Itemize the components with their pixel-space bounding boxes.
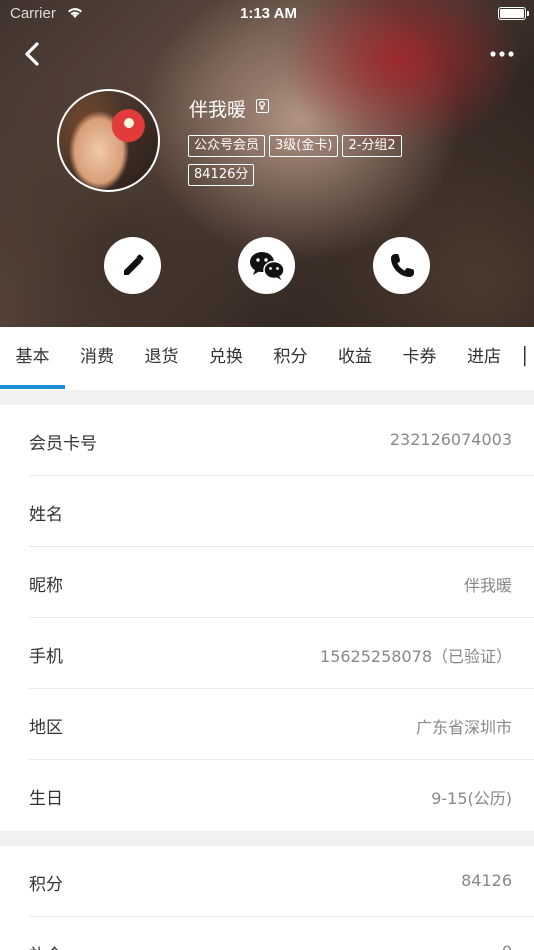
points-info-section: 积分 84126 礼金 0 xyxy=(0,846,534,950)
info-label: 昵称 xyxy=(29,576,63,596)
tab-returns[interactable]: 退货 xyxy=(129,327,194,390)
wifi-icon xyxy=(66,5,84,23)
info-row-phone[interactable]: 手机 15625258078（已验证） xyxy=(29,618,534,689)
info-value: 84126 xyxy=(461,871,512,890)
info-value: 9-15(公历) xyxy=(431,789,512,808)
info-label: 生日 xyxy=(29,789,63,809)
action-row xyxy=(0,237,534,295)
info-label: 手机 xyxy=(29,647,63,667)
chevron-left-icon xyxy=(25,42,39,66)
status-time: 1:13 AM xyxy=(240,5,297,22)
tab-consumption[interactable]: 消费 xyxy=(65,327,129,390)
info-value: 广东省深圳市 xyxy=(415,718,512,737)
pencil-icon xyxy=(123,254,143,275)
info-label: 积分 xyxy=(29,875,63,895)
info-value: 0 xyxy=(502,942,512,950)
back-button[interactable] xyxy=(18,38,48,70)
tab-exchange[interactable]: 兑换 xyxy=(194,327,258,390)
tag-level: 3级(金卡) xyxy=(269,135,339,157)
carrier-label: Carrier xyxy=(10,5,56,22)
wechat-icon xyxy=(249,251,285,280)
info-label: 地区 xyxy=(29,718,63,738)
info-label: 会员卡号 xyxy=(29,434,97,454)
info-value: 15625258078（已验证） xyxy=(320,647,512,666)
more-button[interactable] xyxy=(488,42,516,66)
tab-earnings[interactable]: 收益 xyxy=(323,327,387,390)
tag-group: 2-分组2 xyxy=(342,135,402,157)
battery-icon xyxy=(498,7,529,20)
profile-header: Carrier 1:13 AM 伴我暖 公众号会员 3级(金卡) 2-分组2 8412… xyxy=(0,0,534,327)
wechat-button[interactable] xyxy=(238,237,295,294)
info-row-birthday[interactable]: 生日 9-15(公历) xyxy=(29,760,534,831)
tab-overflow-hint[interactable]: ▏ xyxy=(524,327,534,390)
info-label: 姓名 xyxy=(29,505,63,525)
info-row-card-number[interactable]: 会员卡号 232126074003 xyxy=(29,405,534,476)
info-row-region[interactable]: 地区 广东省深圳市 xyxy=(29,689,534,760)
tag-points: 84126分 xyxy=(188,164,255,186)
tab-bar: 基本 消费 退货 兑换 积分 收益 卡券 进店 ▏ xyxy=(0,327,534,390)
info-row-cash-gift[interactable]: 礼金 0 xyxy=(29,917,534,950)
phone-icon xyxy=(390,253,414,277)
basic-info-section: 会员卡号 232126074003 姓名 昵称 伴我暖 手机 156252580… xyxy=(0,405,534,831)
tab-points[interactable]: 积分 xyxy=(258,327,323,390)
tag-member-type: 公众号会员 xyxy=(188,135,266,157)
avatar[interactable] xyxy=(57,89,160,192)
info-label: 礼金 xyxy=(29,941,63,950)
info-value: 232126074003 xyxy=(389,430,512,449)
tab-indicator xyxy=(0,385,65,389)
info-row-name[interactable]: 姓名 xyxy=(29,476,534,547)
info-value: 伴我暖 xyxy=(463,576,512,595)
tab-basic[interactable]: 基本 xyxy=(0,327,65,390)
edit-button[interactable] xyxy=(104,237,161,294)
status-bar: Carrier 1:13 AM xyxy=(0,0,534,28)
tab-coupons[interactable]: 卡券 xyxy=(387,327,452,390)
info-row-points[interactable]: 积分 84126 xyxy=(29,846,534,917)
more-dots-icon xyxy=(490,51,514,57)
info-row-nickname[interactable]: 昵称 伴我暖 xyxy=(29,547,534,618)
member-tags: 公众号会员 3级(金卡) 2-分组2 84126分 xyxy=(188,134,448,192)
female-gender-icon xyxy=(256,99,269,113)
phone-button[interactable] xyxy=(373,237,430,294)
tab-visits[interactable]: 进店 xyxy=(452,327,516,390)
user-name: 伴我暖 xyxy=(189,99,247,121)
